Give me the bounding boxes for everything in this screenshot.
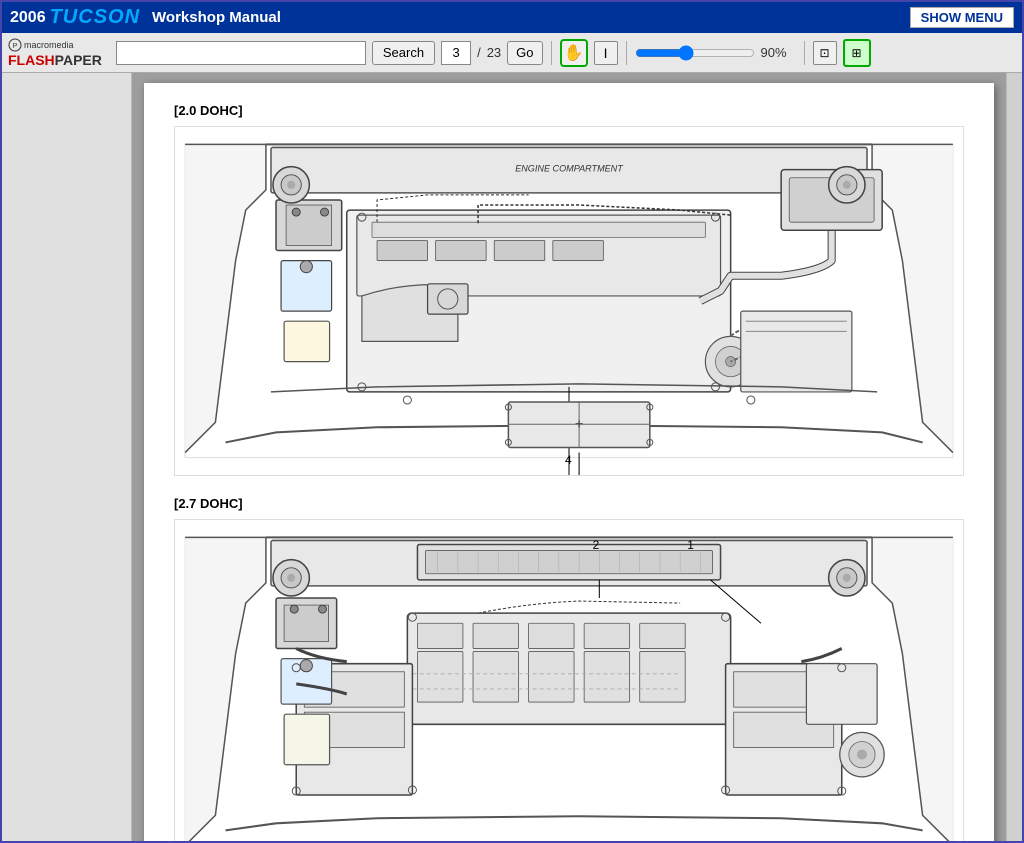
hand-tool-button[interactable]: ✋ <box>560 39 588 67</box>
content-area: [2.0 DOHC] <box>2 73 1022 841</box>
svg-text:P: P <box>13 43 18 50</box>
fullscreen-icon: ⊞ <box>851 46 861 60</box>
zoom-level: 90% <box>761 45 796 60</box>
svg-text:ENGINE COMPARTMENT: ENGINE COMPARTMENT <box>515 164 624 174</box>
engine-diagram-2: 2 1 <box>174 519 964 841</box>
cursor-icon: I <box>604 45 608 61</box>
toolbar: P macromedia FLASH PAPER Search / 23 Go … <box>2 33 1022 73</box>
logo-macro-text: macromedia <box>24 40 74 50</box>
section-2-7-dohc: [2.7 DOHC] <box>174 496 964 841</box>
title-year: 2006 <box>10 9 46 27</box>
separator-2 <box>626 41 627 65</box>
cursor-tool-button[interactable]: I <box>594 41 618 65</box>
hand-icon: ✋ <box>564 43 584 63</box>
macromedia-icon: P <box>8 38 22 52</box>
page-total: 23 <box>487 45 501 60</box>
show-menu-button[interactable]: SHOW MENU <box>910 7 1014 28</box>
title-bar: 2006 TUCSON Workshop Manual SHOW MENU <box>2 2 1022 33</box>
separator-3 <box>804 41 805 65</box>
diagram-1-number-4: 4 <box>565 453 572 467</box>
section-1-label: [2.0 DOHC] <box>174 103 964 118</box>
zoom-slider[interactable] <box>635 45 755 61</box>
engine-svg-1: ENGINE COMPARTMENT <box>175 127 963 475</box>
title-left: 2006 TUCSON Workshop Manual <box>10 6 281 29</box>
search-input[interactable] <box>116 41 366 65</box>
page-separator: / <box>477 45 481 60</box>
fit-page-button[interactable]: ⊡ <box>813 41 837 65</box>
diagram-2-number-2: 2 <box>593 538 600 552</box>
flashpaper-logo: P macromedia FLASH PAPER <box>8 38 102 68</box>
main-window: 2006 TUCSON Workshop Manual SHOW MENU P … <box>0 0 1024 843</box>
engine-diagram-1: ENGINE COMPARTMENT <box>174 126 964 476</box>
title-brand: TUCSON <box>50 6 140 29</box>
title-manual: Workshop Manual <box>152 9 281 26</box>
section-2-0-dohc: [2.0 DOHC] <box>174 103 964 476</box>
page-number-input[interactable] <box>441 41 471 65</box>
go-button[interactable]: Go <box>507 41 542 65</box>
logo-paper-text: PAPER <box>55 52 102 68</box>
engine-svg-2 <box>175 520 963 841</box>
logo-flashpaper: FLASH PAPER <box>8 52 102 68</box>
right-scrollbar[interactable] <box>1006 73 1022 841</box>
section-2-label: [2.7 DOHC] <box>174 496 964 511</box>
left-sidebar <box>2 73 132 841</box>
separator-1 <box>551 41 552 65</box>
page-container: [2.0 DOHC] <box>144 83 994 841</box>
search-button[interactable]: Search <box>372 41 435 65</box>
fullscreen-button[interactable]: ⊞ <box>843 39 871 67</box>
diagram-2-number-1: 1 <box>687 538 694 552</box>
fit-page-icon: ⊡ <box>819 46 829 60</box>
svg-text:+: + <box>575 415 583 431</box>
document-area[interactable]: [2.0 DOHC] <box>132 73 1006 841</box>
logo-flash-text: FLASH <box>8 52 55 68</box>
